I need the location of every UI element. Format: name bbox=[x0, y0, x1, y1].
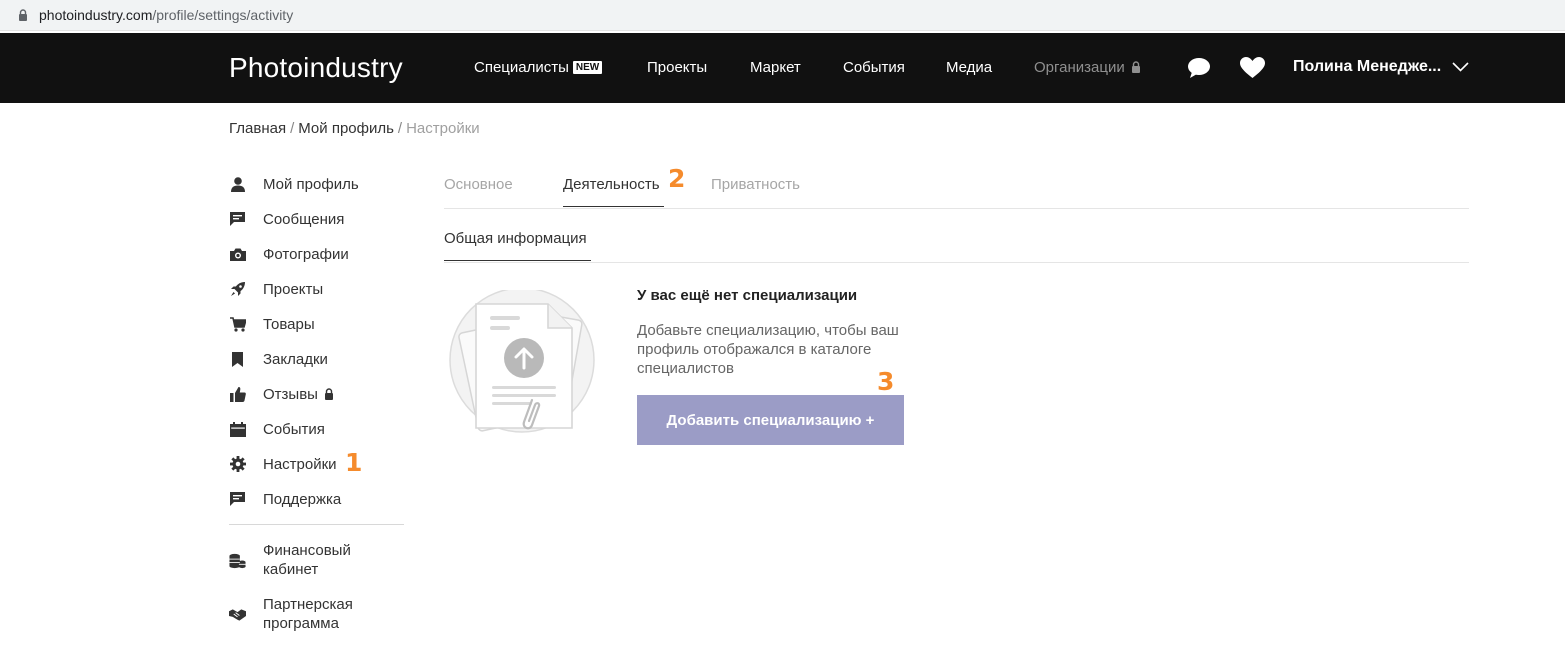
partners-line1: Партнерская bbox=[263, 596, 353, 613]
sidebar-item-finance[interactable]: Финансовый кабинет bbox=[229, 542, 351, 578]
sidebar-item-goods[interactable]: Товары bbox=[229, 314, 315, 334]
sidebar-item-label: Закладки bbox=[263, 350, 328, 368]
sidebar-item-bookmarks[interactable]: Закладки bbox=[229, 349, 328, 369]
sidebar-item-profile[interactable]: Мой профиль bbox=[229, 174, 359, 194]
user-icon bbox=[229, 176, 246, 193]
partners-line2: программа bbox=[263, 615, 339, 632]
sidebar-item-events[interactable]: События bbox=[229, 419, 325, 439]
sidebar-item-label: Товары bbox=[263, 315, 315, 333]
tabs-divider bbox=[444, 208, 1469, 209]
sidebar-item-messages[interactable]: Сообщения bbox=[229, 209, 344, 229]
step-marker-1: 1 bbox=[345, 448, 363, 477]
sidebar-item-settings[interactable]: Настройки bbox=[229, 454, 337, 474]
cart-icon bbox=[229, 316, 246, 333]
chat-icon[interactable] bbox=[1187, 57, 1211, 79]
reviews-label-text: Отзывы bbox=[263, 385, 318, 403]
sidebar-item-photos[interactable]: Фотографии bbox=[229, 244, 349, 264]
tab-basic[interactable]: Основное bbox=[444, 176, 513, 193]
rocket-icon bbox=[229, 281, 246, 298]
sidebar-item-label: События bbox=[263, 420, 325, 438]
sidebar-item-label: Финансовый кабинет bbox=[263, 541, 351, 579]
breadcrumb-current: Настройки bbox=[406, 120, 480, 137]
gear-icon bbox=[229, 456, 246, 473]
lock-icon bbox=[1131, 61, 1140, 73]
sidebar-item-label: Настройки bbox=[263, 455, 337, 473]
empty-state-title: У вас ещё нет специализации bbox=[637, 287, 858, 304]
calendar-icon bbox=[229, 421, 246, 438]
nav-organizations-label: Организации bbox=[1034, 59, 1125, 76]
sidebar-item-support[interactable]: Поддержка bbox=[229, 489, 341, 509]
browser-address-bar: photoindustry.com/profile/settings/activ… bbox=[0, 0, 1565, 31]
nav-market[interactable]: Маркет bbox=[750, 59, 801, 76]
sidebar-item-label: Поддержка bbox=[263, 490, 342, 508]
message-icon bbox=[229, 211, 246, 228]
breadcrumb-profile[interactable]: Мой профиль bbox=[298, 120, 394, 137]
empty-state-description: Добавьте специализацию, чтобы ваш профил… bbox=[637, 322, 899, 377]
sidebar-item-label: Отзывы bbox=[263, 385, 334, 404]
handshake-icon bbox=[229, 607, 246, 624]
sidebar-item-label: Партнерская программа bbox=[263, 595, 353, 633]
finance-line2: кабинет bbox=[263, 561, 319, 578]
heart-icon[interactable] bbox=[1240, 57, 1265, 79]
top-navigation: Photoindustry Специалисты NEW Проекты Мар… bbox=[0, 33, 1565, 103]
sidebar-item-projects[interactable]: Проекты bbox=[229, 279, 323, 299]
lock-icon bbox=[19, 9, 27, 21]
sidebar-item-label: Мой профиль bbox=[263, 175, 359, 193]
nav-projects[interactable]: Проекты bbox=[647, 59, 707, 76]
thumbs-up-icon bbox=[229, 386, 246, 403]
finance-line1: Финансовый bbox=[263, 542, 351, 559]
coins-icon bbox=[229, 553, 246, 570]
breadcrumb-home[interactable]: Главная bbox=[229, 120, 286, 137]
active-subtab-indicator bbox=[444, 260, 591, 261]
lock-icon bbox=[325, 387, 334, 400]
subtabs-divider bbox=[444, 262, 1469, 263]
nav-organizations[interactable]: Организации bbox=[1034, 59, 1141, 76]
step-marker-2: 2 bbox=[668, 164, 686, 193]
sidebar-item-label: Сообщения bbox=[263, 210, 345, 228]
chevron-down-icon[interactable] bbox=[1452, 62, 1469, 72]
nav-media[interactable]: Медиа bbox=[946, 59, 992, 76]
add-specialization-button[interactable]: Добавить специализацию + bbox=[637, 395, 904, 445]
sidebar-divider bbox=[229, 524, 404, 525]
support-icon bbox=[229, 491, 246, 508]
active-tab-indicator bbox=[563, 206, 664, 207]
tab-activity[interactable]: Деятельность bbox=[563, 176, 660, 193]
sidebar-item-reviews[interactable]: Отзывы bbox=[229, 384, 334, 404]
camera-icon bbox=[229, 246, 246, 263]
bookmark-icon bbox=[229, 351, 246, 368]
tab-privacy[interactable]: Приватность bbox=[711, 176, 800, 193]
subtab-general-info[interactable]: Общая информация bbox=[444, 230, 587, 247]
new-badge: NEW bbox=[572, 61, 603, 74]
site-logo[interactable]: Photoindustry bbox=[229, 52, 403, 84]
user-menu-name[interactable]: Полина Менедже... bbox=[1293, 58, 1441, 76]
document-upload-illustration-icon bbox=[449, 290, 595, 433]
nav-specialists-label: Специалисты bbox=[474, 59, 569, 76]
nav-specialists[interactable]: Специалисты NEW bbox=[474, 59, 603, 76]
breadcrumb: Главная / Мой профиль / Настройки bbox=[229, 120, 480, 137]
sidebar-item-label: Фотографии bbox=[263, 245, 349, 263]
nav-events[interactable]: События bbox=[843, 59, 905, 76]
sidebar-item-label: Проекты bbox=[263, 280, 324, 298]
url-text[interactable]: photoindustry.com/profile/settings/activ… bbox=[39, 7, 293, 23]
sidebar-item-partners[interactable]: Партнерская программа bbox=[229, 596, 353, 632]
